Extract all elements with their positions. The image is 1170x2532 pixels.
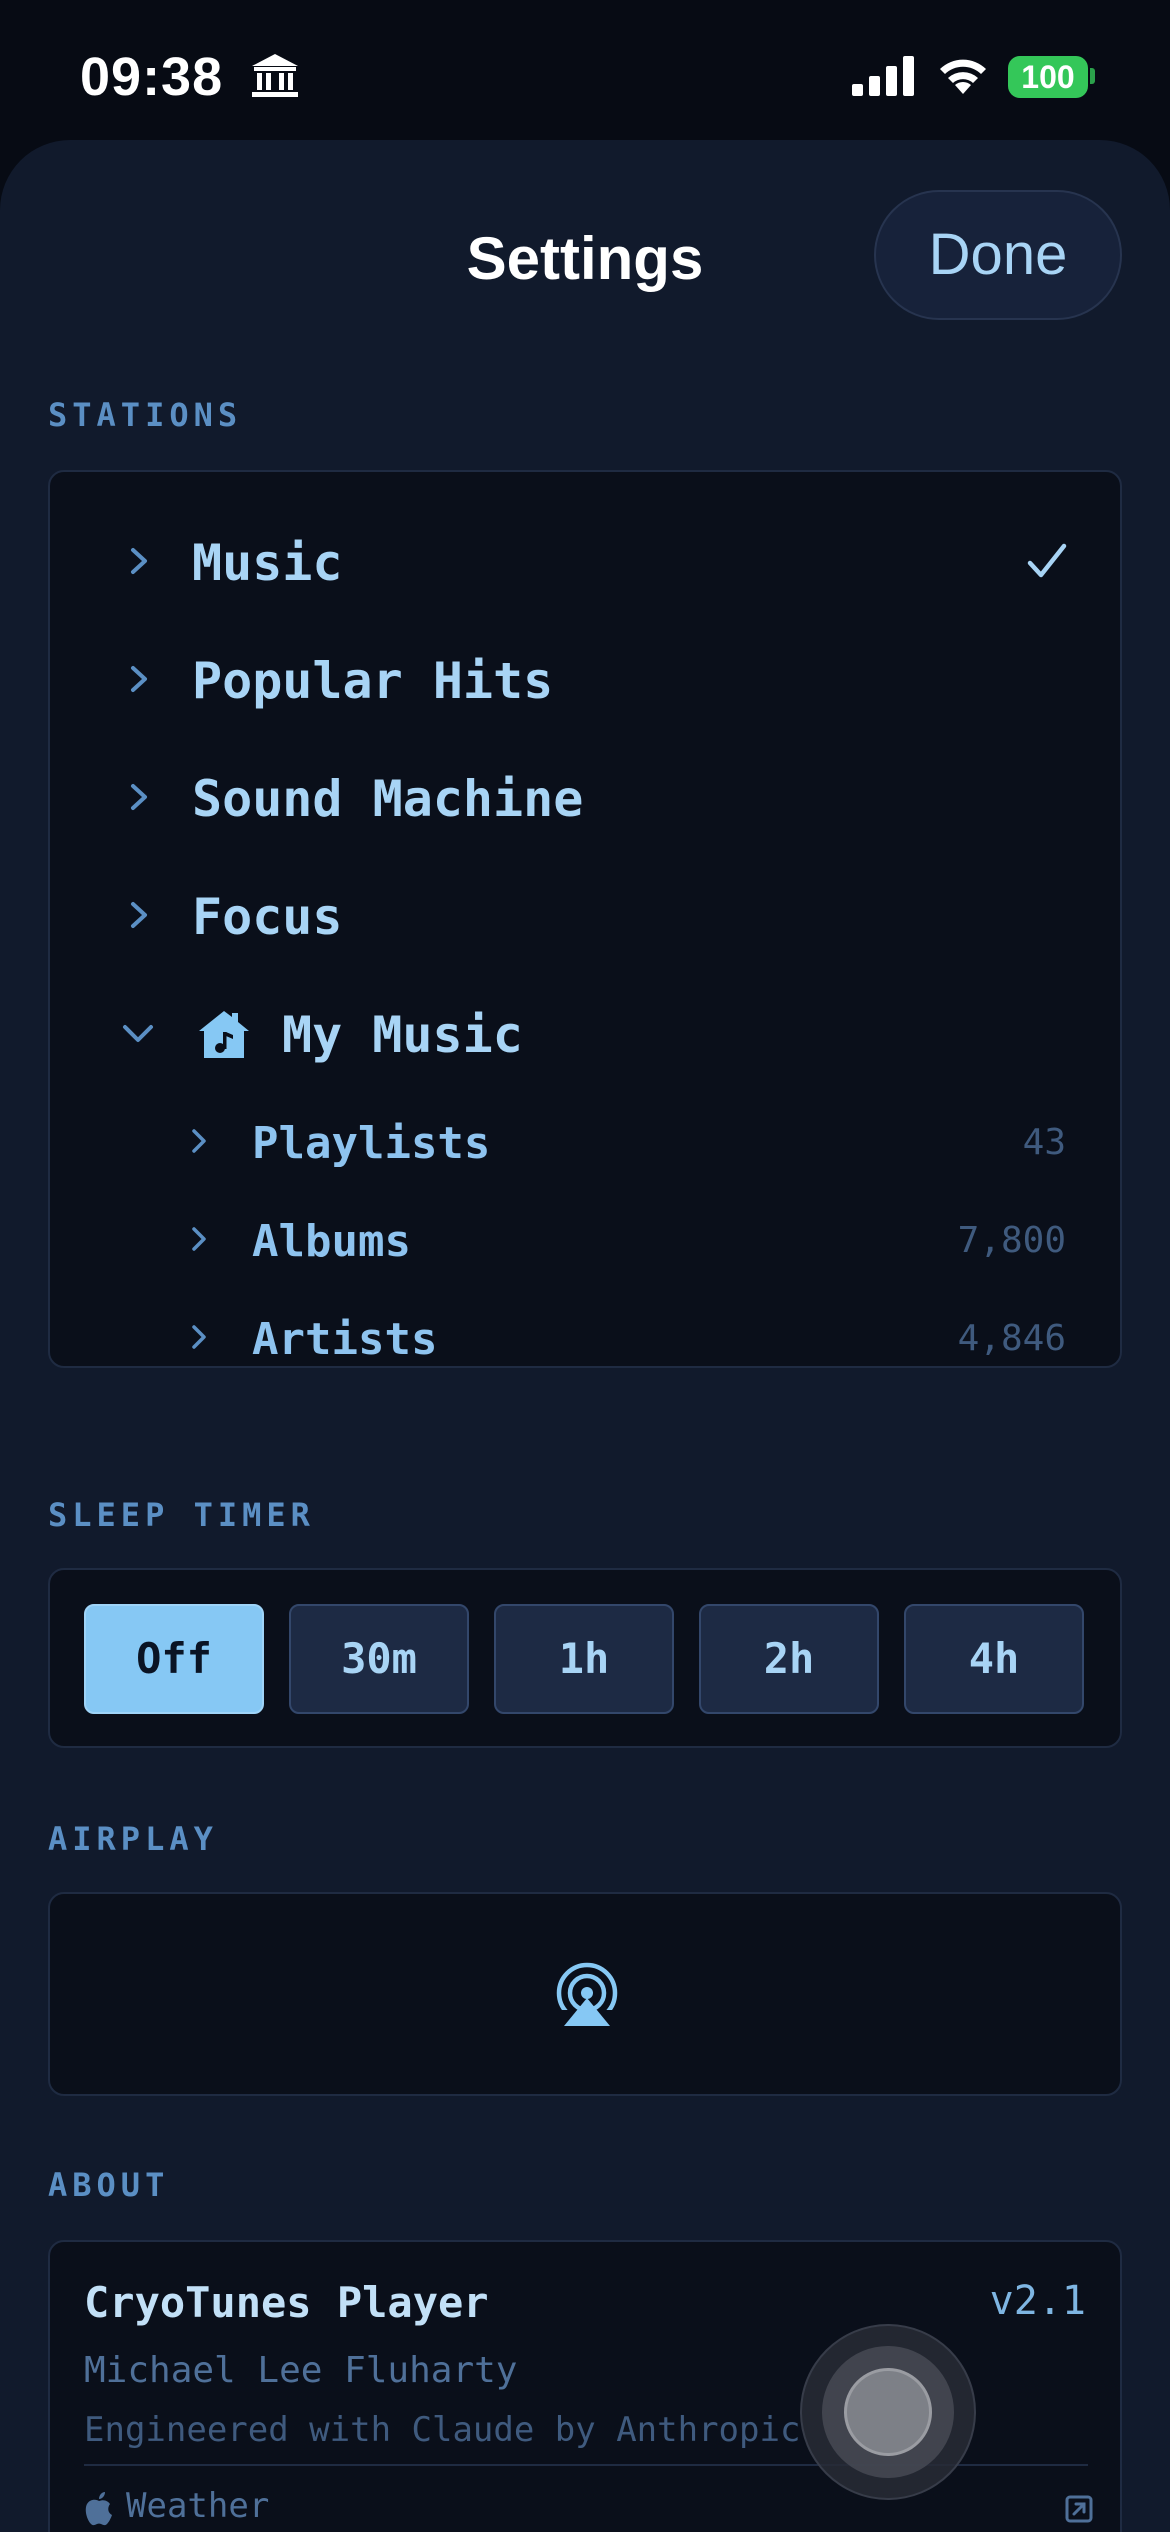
app-author: Michael Lee Fluharty: [84, 2350, 518, 2391]
my-music-item-artists[interactable]: Artists 4,846: [50, 1294, 1124, 1384]
sub-item-label: Albums: [252, 1216, 411, 1267]
station-item-focus[interactable]: Focus: [50, 860, 1124, 970]
airplay-panel: [48, 1892, 1122, 2096]
assistive-touch-button[interactable]: [800, 2324, 976, 2500]
settings-sheet: Settings Done STATIONS Music Popular Hit…: [0, 140, 1170, 2532]
assistive-touch-core: [844, 2368, 932, 2456]
station-item-popular-hits[interactable]: Popular Hits: [50, 624, 1124, 734]
home-music-icon: [199, 1011, 249, 1058]
status-time: 09:38: [80, 47, 224, 107]
bank-icon: [252, 54, 298, 97]
chevron-right-icon: [192, 1325, 206, 1349]
chevron-right-icon: [131, 902, 147, 928]
sleep-timer-2h-button[interactable]: 2h: [699, 1604, 879, 1714]
my-music-item-playlists[interactable]: Playlists 43: [50, 1098, 1124, 1188]
station-label: My Music: [282, 1006, 523, 1064]
station-label: Sound Machine: [192, 770, 584, 828]
app-credit: Engineered with Claude by Anthropic: [84, 2410, 801, 2450]
sleep-timer-1h-button[interactable]: 1h: [494, 1604, 674, 1714]
battery-nub: [1090, 68, 1095, 84]
airplay-icon[interactable]: [552, 1962, 622, 2028]
external-link-icon[interactable]: [1064, 2494, 1094, 2524]
wifi-icon: [940, 59, 986, 94]
done-button[interactable]: Done: [874, 190, 1122, 320]
chevron-right-icon: [131, 666, 147, 692]
cellular-signal-icon: [852, 56, 914, 96]
app-version: v2.1: [989, 2278, 1086, 2324]
item-count: 43: [1022, 1122, 1066, 1163]
chevron-right-icon: [131, 784, 147, 810]
item-count: 7,800: [957, 1220, 1066, 1261]
station-item-sound-machine[interactable]: Sound Machine: [50, 742, 1124, 852]
station-label: Music: [192, 534, 343, 592]
sleep-timer-off-button[interactable]: Off: [84, 1604, 264, 1714]
status-bar: 09:38 100: [0, 0, 1170, 150]
sleep-timer-4h-button[interactable]: 4h: [904, 1604, 1084, 1714]
airplay-section-label: AIRPLAY: [48, 1820, 218, 1858]
station-item-my-music[interactable]: My Music: [50, 978, 1124, 1088]
chevron-right-icon: [131, 548, 147, 574]
sleep-timer-30m-button[interactable]: 30m: [289, 1604, 469, 1714]
stations-section-label: STATIONS: [48, 396, 243, 434]
stations-panel: Music Popular Hits Sound Machine Focus M…: [48, 470, 1122, 1368]
chevron-right-icon: [192, 1129, 206, 1153]
sub-item-label: Playlists: [252, 1118, 491, 1169]
sleep-timer-section-label: SLEEP TIMER: [48, 1496, 315, 1534]
battery-indicator: 100: [1008, 56, 1088, 98]
checkmark-icon: [1027, 543, 1067, 578]
chevron-right-icon: [192, 1227, 206, 1251]
station-label: Focus: [192, 888, 343, 946]
app-name: CryoTunes Player: [84, 2278, 489, 2327]
item-count: 4,846: [957, 1318, 1066, 1359]
station-label: Popular Hits: [192, 652, 554, 710]
about-section-label: ABOUT: [48, 2166, 170, 2204]
sleep-timer-panel: Off 30m 1h 2h 4h: [48, 1568, 1122, 1748]
my-music-item-albums[interactable]: Albums 7,800: [50, 1196, 1124, 1286]
sub-item-label: Artists: [252, 1314, 438, 1365]
apple-logo-icon: [85, 2492, 112, 2526]
station-item-music[interactable]: Music: [50, 506, 1124, 616]
weather-label[interactable]: Weather: [126, 2486, 269, 2526]
chevron-down-icon: [123, 1025, 153, 1042]
